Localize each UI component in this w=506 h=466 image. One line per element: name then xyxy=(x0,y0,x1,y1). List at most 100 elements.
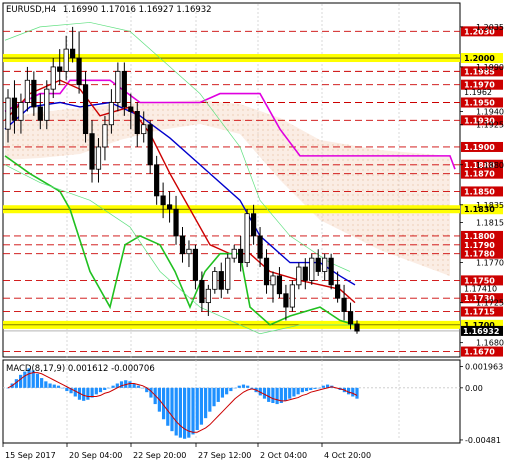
cloud-dot xyxy=(332,169,334,171)
cloud-dot xyxy=(357,219,359,221)
candle-body xyxy=(5,97,11,130)
macd-bar xyxy=(44,381,48,388)
cloud-dot xyxy=(307,189,309,191)
cloud-dot xyxy=(412,219,414,221)
cloud-dot xyxy=(347,184,349,186)
cloud-dot xyxy=(427,234,429,236)
cloud-dot xyxy=(382,224,384,226)
cloud-dot xyxy=(42,154,44,156)
cloud-dot xyxy=(352,229,354,231)
level-label-text: 1.1790 xyxy=(464,241,495,250)
cloud-dot xyxy=(372,184,374,186)
cloud-dot xyxy=(387,224,389,226)
price-chart[interactable]: 1.20301.20001.19851.19701.19501.19301.19… xyxy=(0,0,506,466)
cloud-dot xyxy=(352,184,354,186)
cloud-dot xyxy=(357,169,359,171)
cloud-dot xyxy=(282,139,284,141)
cloud-dot xyxy=(372,234,374,236)
cloud-dot xyxy=(197,104,199,106)
cloud-dot xyxy=(312,199,314,201)
cloud-dot xyxy=(402,194,404,196)
cloud-dot xyxy=(392,214,394,216)
cloud-dot xyxy=(267,124,269,126)
cloud-dot xyxy=(32,124,34,126)
cloud-dot xyxy=(107,129,109,131)
cloud-dot xyxy=(277,154,279,156)
cloud-dot xyxy=(402,169,404,171)
cloud-dot xyxy=(392,229,394,231)
cloud-dot xyxy=(342,164,344,166)
cloud-dot xyxy=(372,159,374,161)
cloud-dot xyxy=(17,124,19,126)
cloud-dot xyxy=(317,199,319,201)
cloud-dot xyxy=(312,159,314,161)
cloud-dot xyxy=(442,239,444,241)
cloud-dot xyxy=(447,264,449,266)
cloud-dot xyxy=(62,139,64,141)
cloud-dot xyxy=(82,149,84,151)
cloud-dot xyxy=(427,239,429,241)
cloud-dot xyxy=(302,174,304,176)
cloud-dot xyxy=(357,214,359,216)
cloud-dot xyxy=(132,104,134,106)
cloud-dot xyxy=(117,129,119,131)
cloud-dot xyxy=(322,169,324,171)
cloud-dot xyxy=(427,229,429,231)
cloud-dot xyxy=(247,139,249,141)
cloud-dot xyxy=(332,194,334,196)
macd-bar xyxy=(283,387,288,401)
cloud-dot xyxy=(407,224,409,226)
level-label-text: 1.1950 xyxy=(464,99,495,108)
chart-title: EURUSD,H4 1.16990 1.17016 1.16927 1.1693… xyxy=(6,5,212,15)
candle-body xyxy=(57,66,63,72)
cloud-dot xyxy=(447,269,449,271)
cloud-dot xyxy=(232,114,234,116)
cloud-dot xyxy=(397,164,399,166)
cloud-dot xyxy=(177,119,179,121)
cloud-dot xyxy=(362,199,364,201)
macd-bar xyxy=(166,387,170,426)
cloud-dot xyxy=(397,249,399,251)
macd-bar xyxy=(292,387,296,397)
cloud-dot xyxy=(122,129,124,131)
cloud-dot xyxy=(297,129,299,131)
candle xyxy=(244,209,250,268)
candle-body xyxy=(354,323,360,332)
cloud-dot xyxy=(372,199,374,201)
cloud-dot xyxy=(7,149,9,151)
cloud-dot xyxy=(62,144,64,146)
cloud-dot xyxy=(42,144,44,146)
cloud-dot xyxy=(357,149,359,151)
cloud-dot xyxy=(327,174,329,176)
cloud-dot xyxy=(447,174,449,176)
cloud-dot xyxy=(317,174,319,176)
cloud-dot xyxy=(277,159,279,161)
cloud-dot xyxy=(82,139,84,141)
candle-body xyxy=(199,279,205,304)
cloud-dot xyxy=(257,114,259,116)
cloud-dot xyxy=(422,189,424,191)
candle-body xyxy=(270,275,276,286)
cloud-dot xyxy=(377,184,379,186)
candle-body xyxy=(63,48,69,72)
cloud-dot xyxy=(357,174,359,176)
cloud-dot xyxy=(367,189,369,191)
cloud-dot xyxy=(252,129,254,131)
cloud-dot xyxy=(152,114,154,116)
cloud-dot xyxy=(322,159,324,161)
cloud-dot xyxy=(32,114,34,116)
cloud-dot xyxy=(322,219,324,221)
cloud-dot xyxy=(342,219,344,221)
cloud-dot xyxy=(247,134,249,136)
cloud-dot xyxy=(422,219,424,221)
symbol-label: EURUSD,H4 xyxy=(6,5,56,15)
cloud-dot xyxy=(287,154,289,156)
cloud-dot xyxy=(347,229,349,231)
cloud-dot xyxy=(422,169,424,171)
cloud-dot xyxy=(407,229,409,231)
candle-body xyxy=(37,106,43,121)
cloud-dot xyxy=(57,154,59,156)
cloud-dot xyxy=(262,124,264,126)
cloud-dot xyxy=(287,164,289,166)
cloud-dot xyxy=(407,244,409,246)
